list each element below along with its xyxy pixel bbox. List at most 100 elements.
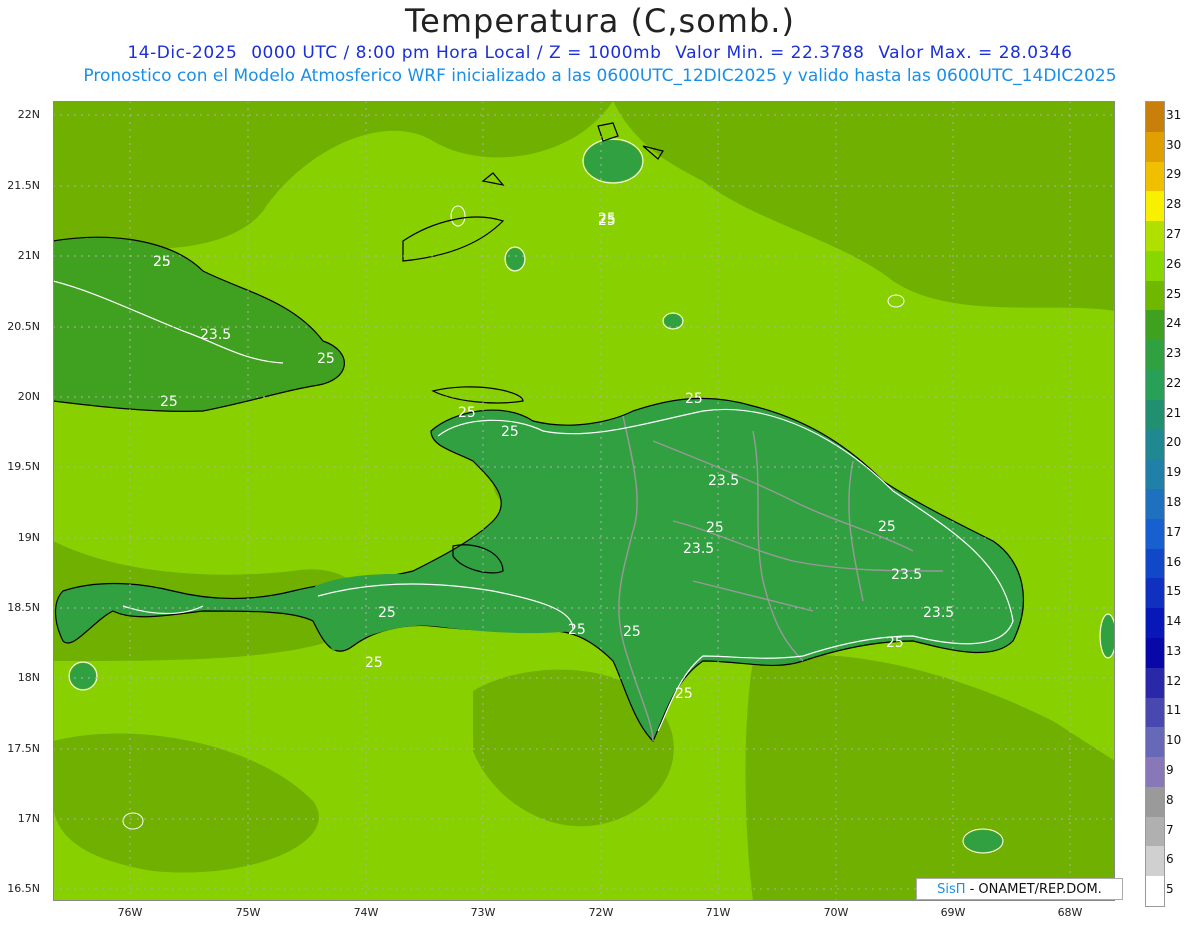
contour-label: 25 [706, 520, 724, 536]
color-scale-label: 6 [1166, 852, 1174, 867]
color-scale-label: 16 [1166, 554, 1182, 569]
contour-label: 23.5 [708, 473, 739, 489]
color-scale-label: 23 [1166, 346, 1182, 361]
color-scale-label: 9 [1166, 763, 1174, 777]
contour-label: 23.5 [923, 605, 954, 621]
credit-text: - ONAMET/REP.DOM. [969, 881, 1102, 897]
color-scale-cell [1146, 578, 1164, 609]
lat-tick-label: 20.5N [7, 320, 40, 333]
lat-tick-label: 18N [17, 671, 40, 684]
color-scale-cell [1146, 250, 1164, 282]
contour-label: 25 [568, 622, 586, 638]
contour-label: 25 [675, 686, 693, 702]
lon-tick-label: 71W [705, 906, 731, 919]
color-scale-label: 24 [1166, 316, 1182, 331]
color-scale-label: 25 [1166, 286, 1182, 301]
color-scale-cell [1146, 102, 1164, 133]
credit-box: SisΠ - ONAMET/REP.DOM. [916, 878, 1123, 900]
max-value: Valor Max. = 28.0346 [878, 43, 1073, 63]
lat-tick-label: 18.5N [7, 601, 40, 614]
color-scale-cell [1146, 191, 1164, 222]
color-scale-cell [1146, 786, 1164, 818]
contour-label: 25 [458, 405, 476, 421]
color-scale-label: 20 [1166, 435, 1182, 450]
color-scale-cell [1146, 548, 1164, 579]
map-title: Temperatura (C,somb.) [405, 2, 795, 40]
lon-tick-label: 75W [235, 906, 261, 919]
color-scale-cell [1146, 399, 1164, 431]
contour-label: 25 [365, 655, 383, 671]
contour-label: 25 [153, 254, 171, 270]
temperature-map: 25 25 23.5 25 25 25 25 25 23.5 25 23.5 2… [53, 101, 1115, 901]
subtitle-line-2: Pronostico con el Modelo Atmosferico WRF… [83, 66, 1117, 86]
color-scale-label: 31 [1166, 107, 1182, 122]
lat-tick-label: 19.5N [7, 460, 40, 473]
lon-tick-label: 72W [588, 906, 614, 919]
color-scale-label: 10 [1166, 733, 1182, 748]
color-scale-label: 5 [1166, 882, 1174, 897]
lat-tick-label: 20N [17, 390, 40, 403]
color-scale-label: 27 [1166, 227, 1182, 241]
lat-tick-label: 21N [17, 249, 40, 262]
color-scale-cell [1146, 608, 1164, 639]
lat-tick-label: 21.5N [7, 179, 40, 192]
color-scale-label: 18 [1166, 495, 1182, 509]
color-scale-cell [1146, 846, 1164, 877]
lon-tick-label: 73W [470, 906, 496, 919]
color-scale-cell [1146, 489, 1164, 520]
brand-logo: SisΠ [937, 881, 966, 897]
color-scale-cell [1146, 131, 1164, 163]
color-scale-label: 17 [1166, 524, 1182, 539]
contour-label: 25 [501, 424, 519, 440]
color-scale-cell [1146, 280, 1164, 311]
color-scale-cell [1146, 697, 1164, 728]
color-scale-cell [1146, 638, 1164, 669]
contour-label: 25 [685, 391, 703, 407]
color-scale-cell [1146, 757, 1164, 788]
color-scale-cell [1146, 340, 1164, 371]
lat-tick-label: 17N [17, 812, 40, 825]
map-canvas: 25 25 23.5 25 25 25 25 25 23.5 25 23.5 2… [53, 101, 1115, 901]
contour-label: 25 [886, 635, 904, 651]
color-scale-bar [1145, 101, 1165, 907]
color-scale-label: 26 [1166, 256, 1182, 271]
lat-tick-label: 16.5N [7, 882, 40, 895]
contour-label: 23.5 [891, 567, 922, 583]
color-scale-label: 13 [1166, 643, 1182, 658]
color-scale-label: 28 [1166, 197, 1182, 212]
lat-tick-label: 17.5N [7, 742, 40, 755]
color-scale-label: 29 [1166, 167, 1182, 182]
contour-label: 23.5 [683, 541, 714, 557]
color-scale-label: 8 [1166, 792, 1174, 807]
lon-tick-label: 76W [117, 906, 143, 919]
color-scale-label: 12 [1166, 673, 1182, 688]
color-scale-cell [1146, 816, 1164, 847]
lon-tick-label: 69W [940, 906, 966, 919]
color-scale-label: 7 [1166, 822, 1174, 837]
color-scale-cell [1146, 459, 1164, 490]
color-scale-label: 19 [1166, 465, 1182, 480]
color-scale-cell [1146, 876, 1164, 907]
min-value: Valor Min. = 22.3788 [675, 43, 865, 63]
color-scale-cell [1146, 221, 1164, 252]
subtitle-line-1: 14-Dic-2025 0000 UTC / 8:00 pm Hora Loca… [0, 43, 1200, 63]
valid-date: 14-Dic-2025 [127, 43, 238, 63]
color-scale-label: 14 [1166, 614, 1182, 629]
lat-tick-label: 22N [17, 108, 40, 121]
lon-tick-label: 68W [1057, 906, 1083, 919]
color-scale-label: 21 [1166, 405, 1182, 420]
color-scale-cell [1146, 518, 1164, 550]
color-scale-label: 11 [1166, 703, 1182, 718]
lon-tick-label: 74W [353, 906, 379, 919]
contour-label: 23.5 [200, 327, 231, 343]
lon-tick-label: 70W [823, 906, 849, 919]
color-scale-cell [1146, 161, 1164, 192]
color-scale-cell [1146, 370, 1164, 401]
color-scale-cell [1146, 310, 1164, 341]
contour-label: 25 [623, 624, 641, 640]
color-scale-label: 15 [1166, 584, 1182, 599]
lat-tick-label: 19N [17, 531, 40, 544]
contour-label: 25 [878, 519, 896, 535]
contour-label: 25 [378, 605, 396, 621]
valid-time-level: 0000 UTC / 8:00 pm Hora Local / Z = 1000… [251, 43, 662, 63]
